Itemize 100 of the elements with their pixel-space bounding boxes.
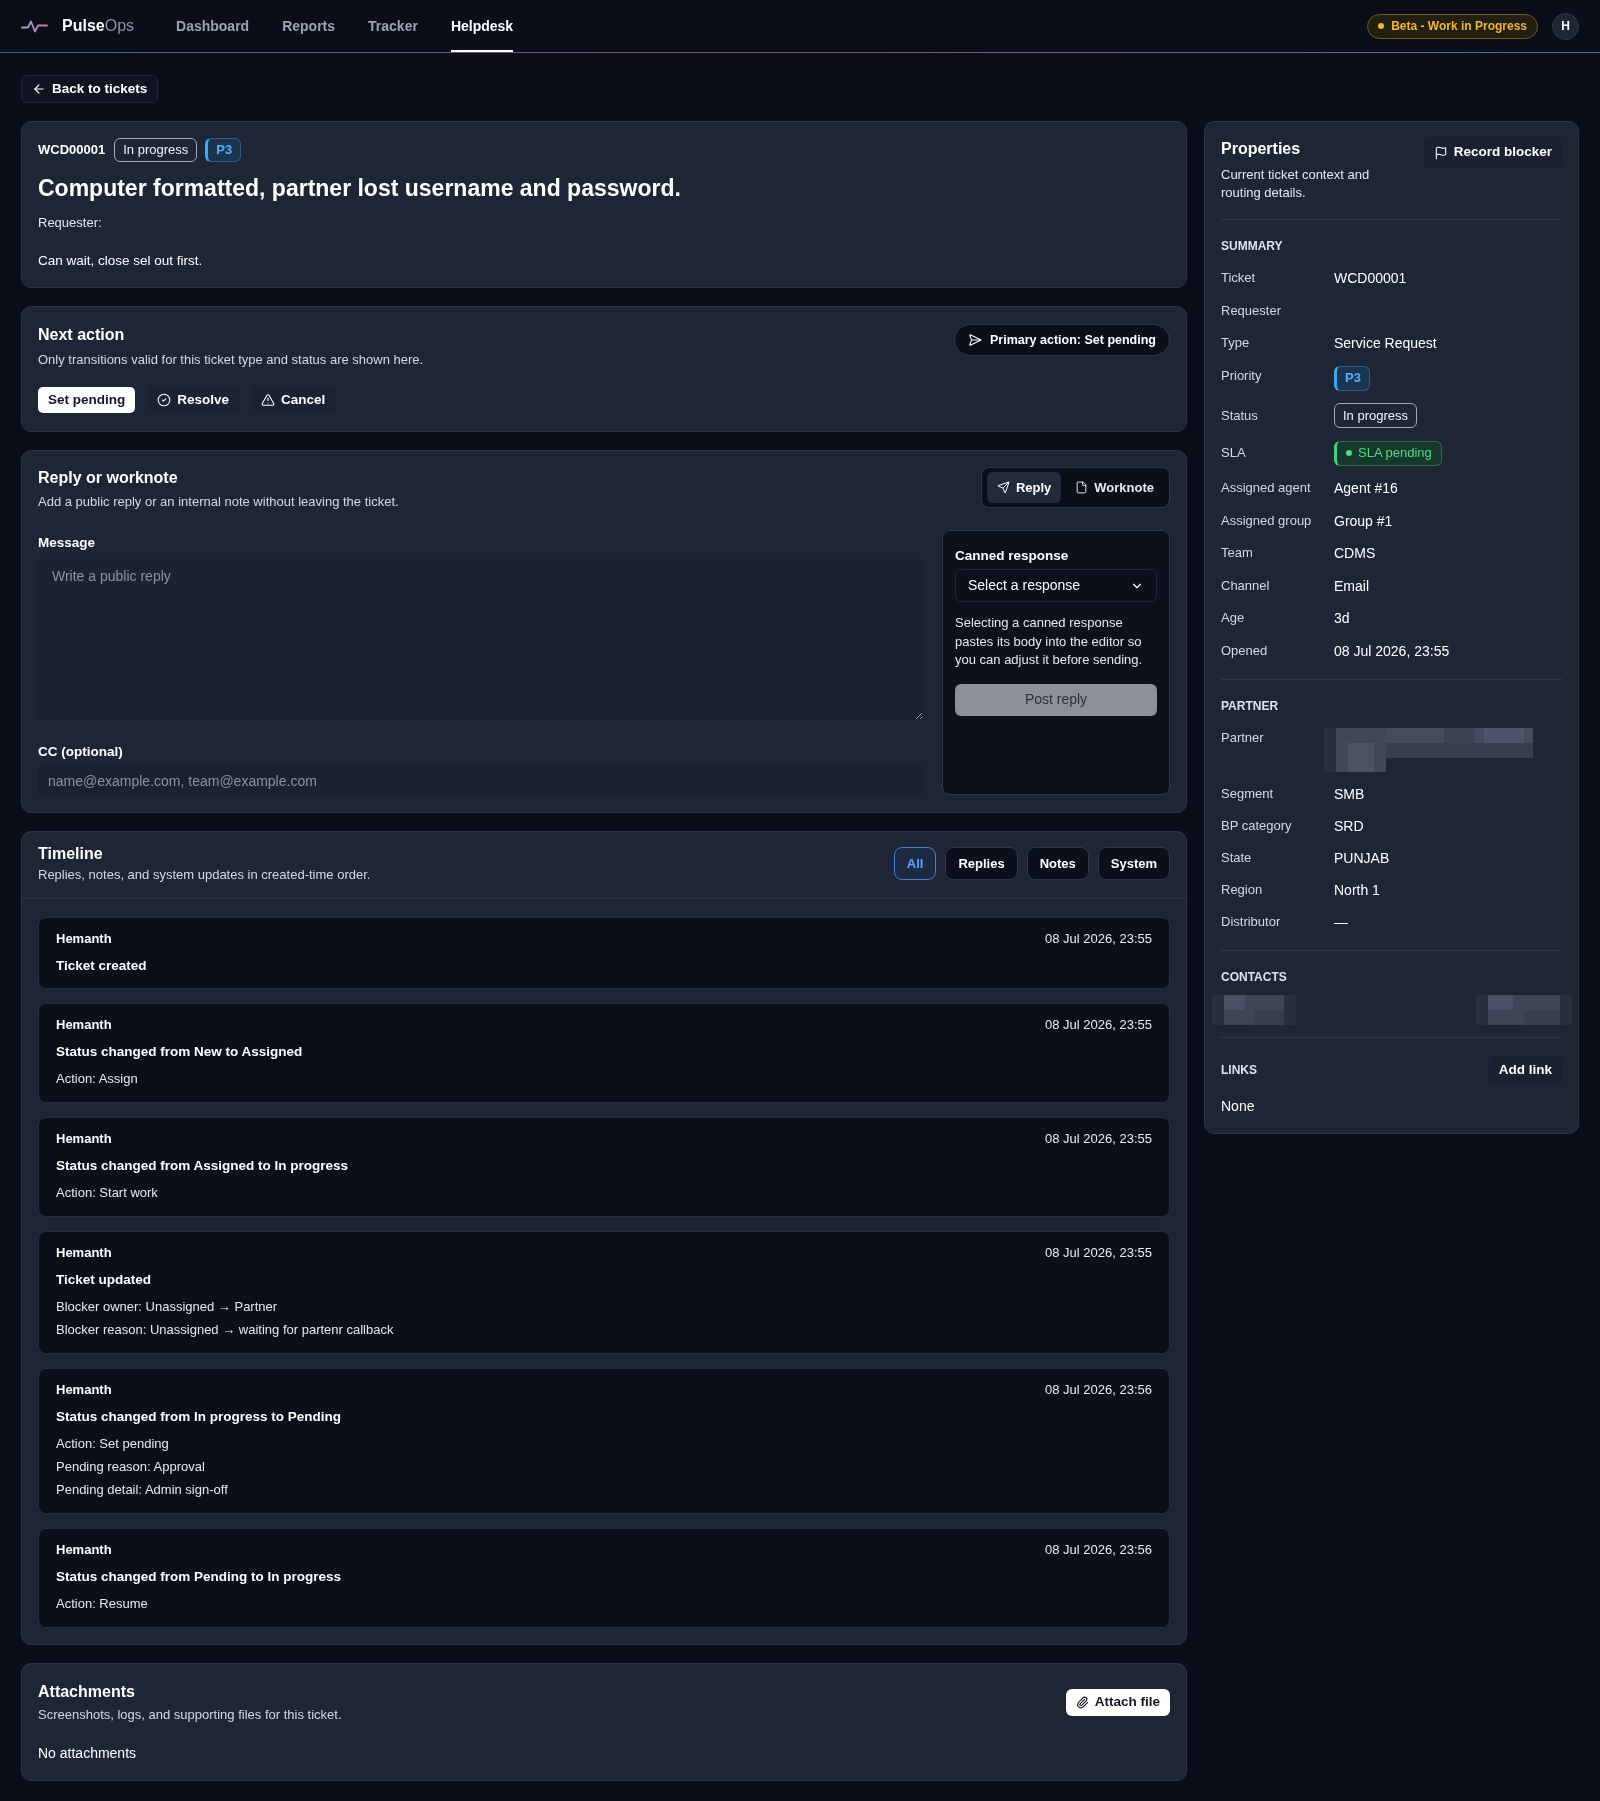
entry-detail: Blocker reason: Unassigned → waiting for partenr callback [56,1321,395,1339]
field-label: Canned response [955,547,1070,565]
beta-label: Beta - Work in Progress [1391,18,1527,35]
message-field[interactable]: Write a public reply [38,559,923,720]
primary-action-button[interactable]: Primary action: Set pending [954,324,1170,356]
pulse-wave-icon [21,19,48,33]
nav-tab[interactable]: Reports [282,0,336,52]
flag-icon [1433,145,1448,160]
add-link-button[interactable]: Add link [1488,1055,1562,1085]
property-label: Opened [1221,641,1269,660]
entry-title: Ticket created [56,957,148,975]
property-label: Team [1221,544,1254,562]
entry-title: Status changed from Pending to In progress [56,1568,343,1586]
property-value: Agent #16 [1334,479,1398,498]
property-value: PUNJAB [1334,848,1390,868]
cc-field[interactable]: name@example.com, team@example.com [38,766,923,795]
property-label: Age [1221,609,1246,627]
author-name: Hemanth [56,1245,112,1261]
author-name: Hemanth [56,1542,112,1558]
author-name: Hemanth [56,931,112,947]
status-badge: In progress [114,138,198,162]
section-subtitle: Add a public reply or an internal note without leaving the ticket. [38,493,399,511]
property-label: Status [1221,406,1259,425]
mode-tab[interactable]: Reply [986,472,1062,503]
filter-tab[interactable]: System [1097,847,1170,880]
record-blocker-button[interactable]: Record blocker [1423,137,1562,168]
warning-triangle-icon [261,393,276,407]
field-label: CC (optional) [38,743,124,761]
author-name: Hemanth [56,1382,112,1398]
timestamp: 08 Jul 2026, 23:55 [1045,1131,1152,1147]
timestamp: 08 Jul 2026, 23:56 [1045,1542,1152,1558]
property-value: SRD [1334,816,1364,836]
section-heading: LINKS [1221,1062,1257,1078]
property-value: Service Request [1334,334,1437,353]
property-label: SLA [1221,444,1247,462]
section-subtitle: Replies, notes, and system updates in created-time order. [38,866,371,884]
section-subtitle: Only transitions valid for this ticket type and status are shown here. [38,351,424,369]
property-value: 08 Jul 2026, 23:55 [1334,641,1450,661]
brand-name: PulseOps [62,16,135,36]
nav-tab[interactable]: Dashboard [176,0,250,52]
status-badge: In progress [1334,403,1418,428]
property-label: BP category [1221,816,1293,835]
entry-title: Status changed from In progress to Pending [56,1408,343,1426]
property-label: Assigned agent [1221,479,1312,497]
priority-badge: P3 [1334,365,1370,391]
section-heading: PARTNER [1221,697,1280,714]
entry-detail: Blocker owner: Unassigned → Partner [56,1298,279,1316]
timestamp: 08 Jul 2026, 23:56 [1045,1382,1152,1398]
sla-status-text: SLA pending [1358,444,1432,463]
property-value: Group #1 [1334,511,1393,531]
nav-tab[interactable]: Tracker [368,0,418,52]
filter-tab[interactable]: Notes [1026,847,1089,880]
filter-tab[interactable]: Replies [945,847,1018,880]
timestamp: 08 Jul 2026, 23:55 [1045,1245,1152,1261]
back-button[interactable]: Back to tickets [21,75,159,103]
filter-tab[interactable]: All [893,847,937,880]
section-heading: SUMMARY [1221,238,1284,254]
entry-title: Status changed from Assigned to In progress [56,1157,350,1175]
entry-detail: Action: Start work [56,1184,159,1202]
mode-tab[interactable]: Worknote [1065,472,1164,503]
entry-detail: Action: Assign [56,1070,139,1088]
section-title: Reply or worknote [38,468,179,488]
attach-file-button[interactable]: Attach file [1065,1688,1170,1716]
section-subtitle: Screenshots, logs, and supporting files for this ticket. [38,1706,342,1724]
property-label: State [1221,848,1253,867]
entry-detail: Action: Set pending [56,1435,170,1453]
property-value: — [1334,912,1348,932]
empty-message: None [1221,1096,1256,1116]
property-label: Requester [1221,301,1282,320]
property-label: Distributor [1221,912,1282,931]
check-circle-icon [157,393,172,407]
property-value: 3d [1334,609,1350,628]
property-value: WCD00001 [1334,269,1407,288]
file-icon [1075,481,1089,494]
user-avatar[interactable]: H [1552,12,1579,40]
entry-title: Status changed from New to Assigned [56,1043,304,1061]
section-heading: CONTACTS [1221,968,1288,985]
ticket-description: Can wait, close sel out first. [38,252,204,270]
action-button[interactable]: Set pending [38,387,136,413]
property-label: Region [1221,880,1264,899]
entry-detail: Action: Resume [56,1595,149,1613]
ticket-title: Computer formatted, partner lost username and password. [38,174,682,202]
property-label: Segment [1221,784,1275,803]
property-label: Assigned group [1221,511,1313,530]
help-text: Selecting a canned response pastes its body into the editor so you can adjust it before sending. [955,614,1144,669]
property-label: Ticket [1221,269,1257,287]
property-label: Channel [1221,576,1271,595]
action-button[interactable]: Cancel [251,387,336,413]
author-name: Hemanth [56,1131,112,1147]
requester-label: Requester: [38,214,103,232]
action-button[interactable]: Resolve [147,387,240,413]
section-title: Attachments [38,1682,136,1702]
property-value: CDMS [1334,544,1376,563]
section-title: Next action [38,325,126,345]
entry-detail: Pending reason: Approval [56,1458,206,1476]
canned-response-select[interactable]: Select a response [955,569,1157,602]
paperclip-icon [1075,1695,1089,1709]
section-subtitle: Current ticket context and routing details. [1221,166,1371,202]
property-label: Type [1221,334,1251,352]
timestamp: 08 Jul 2026, 23:55 [1045,1017,1152,1033]
